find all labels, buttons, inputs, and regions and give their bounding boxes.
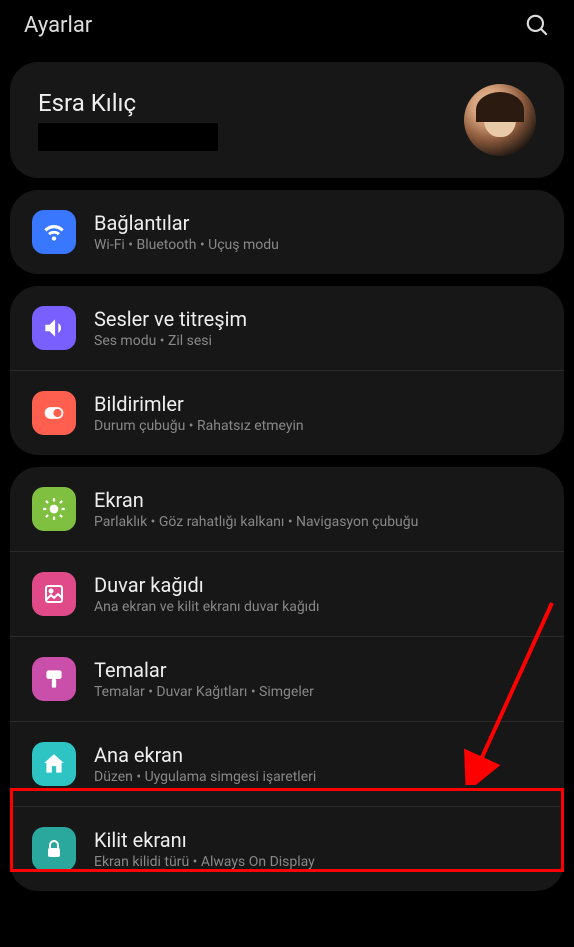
settings-row-connections[interactable]: Bağlantılar Wi-Fi • Bluetooth • Uçuş mod… bbox=[10, 190, 564, 274]
sound-icon bbox=[32, 306, 76, 350]
row-subtitle: Temalar • Duvar Kağıtları • Simgeler bbox=[94, 684, 314, 700]
image-icon bbox=[32, 572, 76, 616]
row-title: Bildirimler bbox=[94, 392, 304, 416]
row-title: Kilit ekranı bbox=[94, 828, 315, 852]
row-title: Bağlantılar bbox=[94, 211, 279, 235]
row-subtitle: Düzen • Uygulama simgesi işaretleri bbox=[94, 769, 316, 785]
sun-icon bbox=[32, 487, 76, 531]
wifi-icon bbox=[32, 210, 76, 254]
row-text: Ana ekran Düzen • Uygulama simgesi işare… bbox=[94, 743, 316, 785]
settings-row-home[interactable]: Ana ekran Düzen • Uygulama simgesi işare… bbox=[10, 721, 564, 806]
row-subtitle: Ekran kilidi türü • Always On Display bbox=[94, 854, 315, 870]
profile-email-redacted bbox=[38, 123, 218, 151]
row-title: Temalar bbox=[94, 658, 314, 682]
house-icon bbox=[32, 742, 76, 786]
settings-row-wallpaper[interactable]: Duvar kağıdı Ana ekran ve kilit ekranı d… bbox=[10, 551, 564, 636]
row-title: Sesler ve titreşim bbox=[94, 307, 247, 331]
settings-groups: Bağlantılar Wi-Fi • Bluetooth • Uçuş mod… bbox=[0, 190, 574, 891]
settings-row-notifications[interactable]: Bildirimler Durum çubuğu • Rahatsız etme… bbox=[10, 370, 564, 455]
settings-row-display[interactable]: Ekran Parlaklık • Göz rahatlığı kalkanı … bbox=[10, 467, 564, 551]
row-text: Bildirimler Durum çubuğu • Rahatsız etme… bbox=[94, 392, 304, 434]
row-title: Ekran bbox=[94, 488, 418, 512]
row-subtitle: Ses modu • Zil sesi bbox=[94, 333, 247, 349]
lock-icon bbox=[32, 827, 76, 871]
row-title: Ana ekran bbox=[94, 743, 316, 767]
account-row[interactable]: Esra Kılıç bbox=[10, 62, 564, 178]
brush-icon bbox=[32, 657, 76, 701]
page-title: Ayarlar bbox=[24, 13, 92, 38]
notif-icon bbox=[32, 391, 76, 435]
settings-card: Sesler ve titreşim Ses modu • Zil sesi B… bbox=[10, 286, 564, 455]
profile-name: Esra Kılıç bbox=[38, 89, 218, 117]
row-text: Kilit ekranı Ekran kilidi türü • Always … bbox=[94, 828, 315, 870]
row-subtitle: Ana ekran ve kilit ekranı duvar kağıdı bbox=[94, 599, 320, 615]
row-title: Duvar kağıdı bbox=[94, 573, 320, 597]
row-text: Duvar kağıdı Ana ekran ve kilit ekranı d… bbox=[94, 573, 320, 615]
settings-row-sounds[interactable]: Sesler ve titreşim Ses modu • Zil sesi bbox=[10, 286, 564, 370]
row-text: Ekran Parlaklık • Göz rahatlığı kalkanı … bbox=[94, 488, 418, 530]
settings-card: Bağlantılar Wi-Fi • Bluetooth • Uçuş mod… bbox=[10, 190, 564, 274]
avatar bbox=[464, 84, 536, 156]
row-text: Bağlantılar Wi-Fi • Bluetooth • Uçuş mod… bbox=[94, 211, 279, 253]
row-text: Sesler ve titreşim Ses modu • Zil sesi bbox=[94, 307, 247, 349]
row-subtitle: Wi-Fi • Bluetooth • Uçuş modu bbox=[94, 237, 279, 253]
profile-text: Esra Kılıç bbox=[38, 89, 218, 151]
settings-header: Ayarlar bbox=[0, 0, 574, 50]
settings-row-themes[interactable]: Temalar Temalar • Duvar Kağıtları • Simg… bbox=[10, 636, 564, 721]
settings-row-lock[interactable]: Kilit ekranı Ekran kilidi türü • Always … bbox=[10, 806, 564, 891]
row-subtitle: Durum çubuğu • Rahatsız etmeyin bbox=[94, 418, 304, 434]
search-icon[interactable] bbox=[524, 12, 550, 38]
row-subtitle: Parlaklık • Göz rahatlığı kalkanı • Navi… bbox=[94, 514, 418, 530]
settings-card: Ekran Parlaklık • Göz rahatlığı kalkanı … bbox=[10, 467, 564, 891]
row-text: Temalar Temalar • Duvar Kağıtları • Simg… bbox=[94, 658, 314, 700]
